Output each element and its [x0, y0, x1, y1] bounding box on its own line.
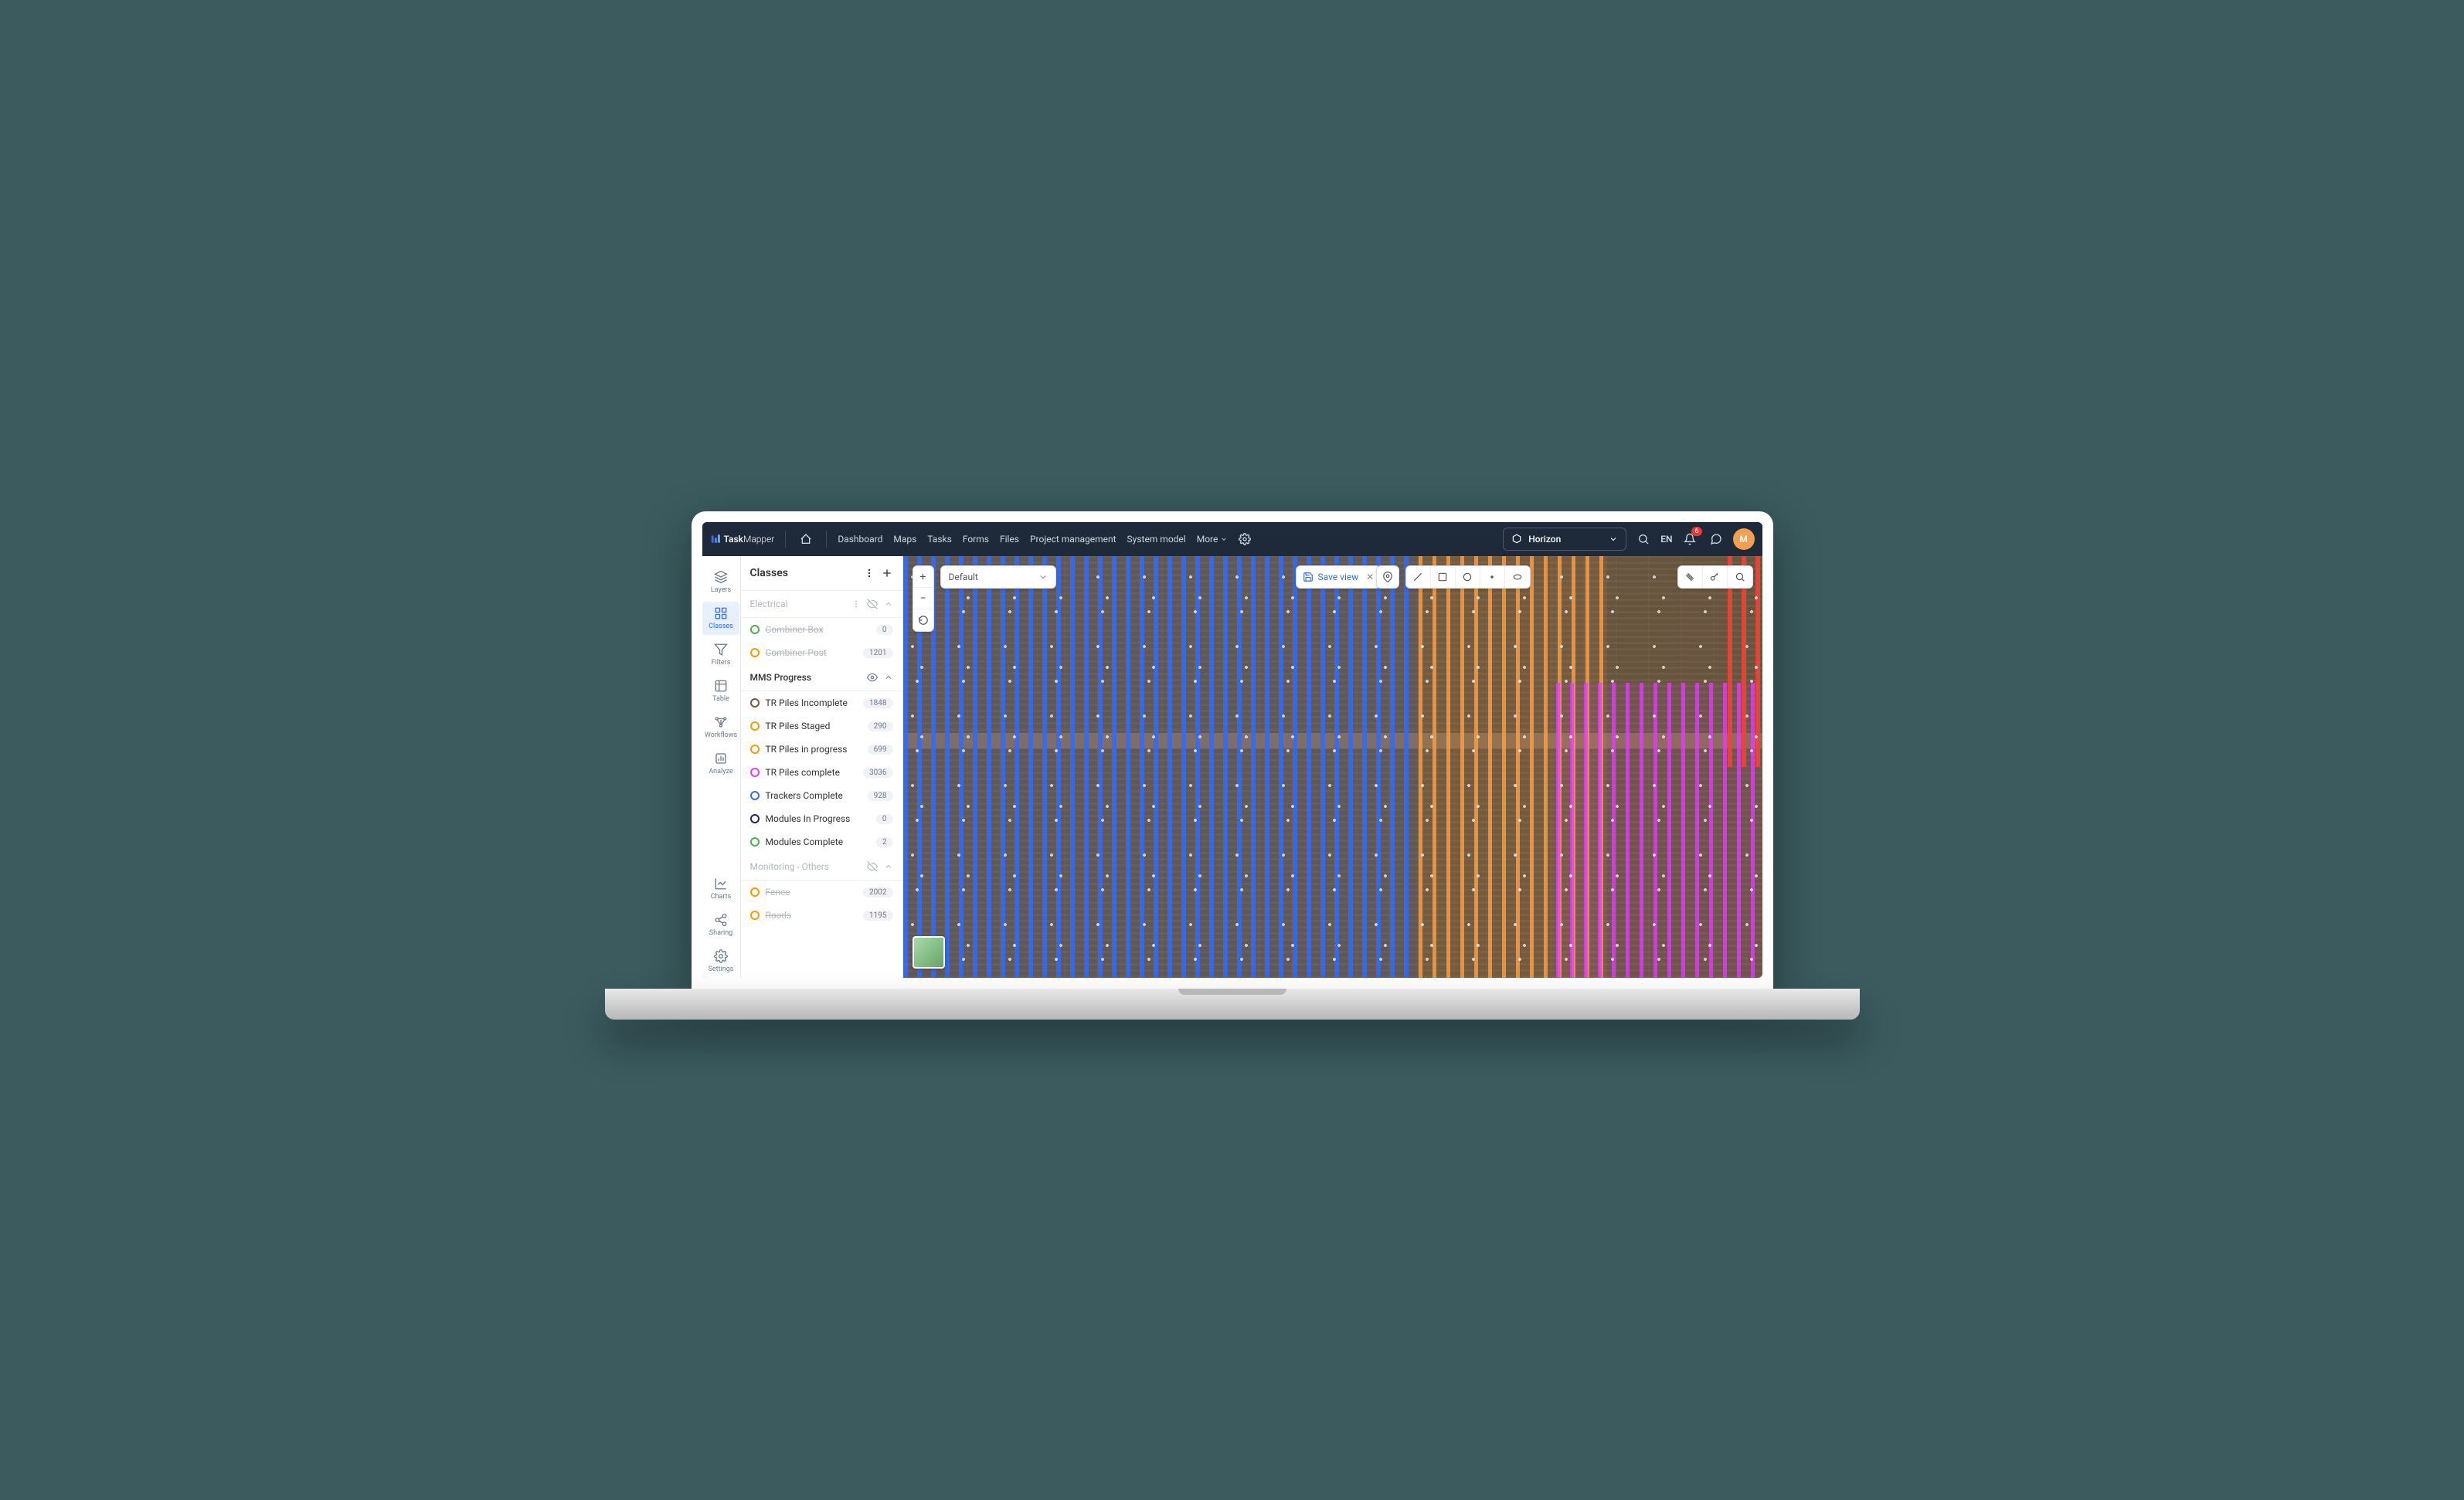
- minimap-toggle[interactable]: [913, 936, 945, 969]
- zoom-controls: + −: [913, 565, 934, 632]
- map-viewport[interactable]: + − Default Save view ✕: [903, 556, 1762, 978]
- view-preset-selector[interactable]: Default: [940, 565, 1056, 589]
- chevron-down-icon: [1038, 572, 1048, 582]
- divider: [785, 531, 786, 548]
- classes-panel: Classes Electrical Combiner Box 0 Combin…: [741, 556, 903, 978]
- nav-files[interactable]: Files: [1000, 534, 1019, 545]
- class-row-modules-complete[interactable]: Modules Complete 2: [741, 830, 902, 854]
- rectangle-tool[interactable]: [1431, 566, 1456, 588]
- rail-filters[interactable]: Filters: [702, 638, 739, 671]
- color-swatch: [750, 625, 760, 634]
- add-class-button[interactable]: [881, 567, 893, 579]
- user-avatar[interactable]: M: [1733, 528, 1755, 550]
- save-view-button[interactable]: Save view ✕: [1296, 565, 1382, 589]
- rail-layers[interactable]: Layers: [702, 565, 739, 599]
- logo-text-suffix: Mapper: [743, 534, 774, 545]
- extra-tools: [1677, 565, 1753, 589]
- key-tool[interactable]: [1703, 566, 1728, 588]
- nav-dashboard[interactable]: Dashboard: [838, 534, 882, 545]
- workspace-selector[interactable]: Horizon: [1503, 528, 1626, 551]
- panel-title: Classes: [750, 567, 858, 579]
- color-swatch: [750, 837, 760, 847]
- rail-analyze[interactable]: Analyze: [702, 747, 739, 780]
- line-tool[interactable]: [1406, 566, 1431, 588]
- chevron-up-icon[interactable]: [884, 673, 893, 682]
- search-button[interactable]: [1634, 530, 1653, 548]
- notification-badge: 6: [1691, 527, 1701, 536]
- chevron-up-icon[interactable]: [884, 862, 893, 871]
- rail-charts[interactable]: Charts: [702, 872, 739, 905]
- class-row-combiner-box[interactable]: Combiner Box 0: [741, 618, 902, 641]
- top-bar: TaskMapper Dashboard Maps Tasks Forms Fi…: [702, 522, 1762, 556]
- color-swatch: [750, 648, 760, 657]
- save-icon: [1303, 572, 1314, 582]
- measure-tool[interactable]: [1678, 566, 1703, 588]
- group-electrical[interactable]: Electrical: [741, 591, 902, 618]
- circle-tool[interactable]: [1456, 566, 1480, 588]
- workspace-name: Horizon: [1528, 534, 1561, 545]
- left-rail: Layers Classes Filters Table Workflows A…: [702, 556, 741, 978]
- more-icon[interactable]: [851, 599, 861, 609]
- chevron-down-icon: [1609, 535, 1618, 544]
- color-swatch: [750, 768, 760, 777]
- class-row-piles-complete[interactable]: TR Piles complete 3036: [741, 761, 902, 784]
- divider: [826, 531, 827, 548]
- visibility-on-icon[interactable]: [867, 672, 878, 683]
- group-mms-progress[interactable]: MMS Progress: [741, 664, 902, 691]
- color-swatch: [750, 698, 760, 708]
- hexagon-icon: [1511, 534, 1522, 545]
- main-nav: Dashboard Maps Tasks Forms Files Project…: [838, 534, 1228, 545]
- reset-view-button[interactable]: [913, 609, 933, 631]
- rail-classes[interactable]: Classes: [702, 602, 739, 635]
- class-row-piles-incomplete[interactable]: TR Piles Incomplete 1848: [741, 691, 902, 714]
- logo-text-prefix: Task: [724, 534, 743, 545]
- color-swatch: [750, 791, 760, 800]
- chat-button[interactable]: [1707, 530, 1725, 548]
- more-icon[interactable]: [864, 568, 875, 579]
- settings-gear-icon[interactable]: [1235, 530, 1254, 548]
- visibility-off-icon[interactable]: [867, 861, 878, 872]
- class-row-piles-staged[interactable]: TR Piles Staged 290: [741, 714, 902, 738]
- class-row-roads[interactable]: Roads 1195: [741, 904, 902, 927]
- drawing-tools: [1405, 565, 1531, 589]
- language-button[interactable]: EN: [1660, 534, 1672, 545]
- group-monitoring[interactable]: Monitoring - Others: [741, 854, 902, 881]
- visibility-off-icon[interactable]: [867, 599, 878, 609]
- nav-tasks[interactable]: Tasks: [927, 534, 952, 545]
- zoom-out-button[interactable]: −: [913, 588, 933, 609]
- nav-more[interactable]: More: [1197, 534, 1229, 545]
- zoom-in-button[interactable]: +: [913, 566, 933, 588]
- ellipse-tool[interactable]: [1505, 566, 1530, 588]
- close-icon[interactable]: ✕: [1366, 572, 1374, 582]
- home-button[interactable]: [797, 530, 815, 548]
- color-swatch: [750, 745, 760, 754]
- search-map-tool[interactable]: [1728, 566, 1752, 588]
- color-swatch: [750, 721, 760, 731]
- rail-sharing[interactable]: Sharing: [702, 908, 739, 942]
- class-row-combiner-post[interactable]: Combiner Post 1201: [741, 641, 902, 664]
- nav-system-model[interactable]: System model: [1127, 534, 1186, 545]
- nav-maps[interactable]: Maps: [893, 534, 916, 545]
- notifications-button[interactable]: 6: [1681, 530, 1699, 548]
- class-row-fence[interactable]: Fence 2002: [741, 881, 902, 904]
- nav-forms[interactable]: Forms: [963, 534, 989, 545]
- app-logo[interactable]: TaskMapper: [710, 534, 775, 545]
- class-row-trackers-complete[interactable]: Trackers Complete 928: [741, 784, 902, 807]
- color-swatch: [750, 814, 760, 823]
- rail-table[interactable]: Table: [702, 674, 739, 708]
- color-swatch: [750, 911, 760, 920]
- nav-project-management[interactable]: Project management: [1030, 534, 1116, 545]
- point-tool[interactable]: [1480, 566, 1505, 588]
- drop-pin-button[interactable]: [1376, 565, 1399, 589]
- rail-workflows[interactable]: Workflows: [702, 711, 739, 744]
- class-row-piles-progress[interactable]: TR Piles in progress 699: [741, 738, 902, 761]
- panel-header: Classes: [741, 556, 902, 591]
- color-swatch: [750, 887, 760, 897]
- class-row-modules-progress[interactable]: Modules In Progress 0: [741, 807, 902, 830]
- chevron-up-icon[interactable]: [884, 599, 893, 609]
- map-markers: [903, 556, 1762, 978]
- rail-settings[interactable]: Settings: [702, 945, 739, 978]
